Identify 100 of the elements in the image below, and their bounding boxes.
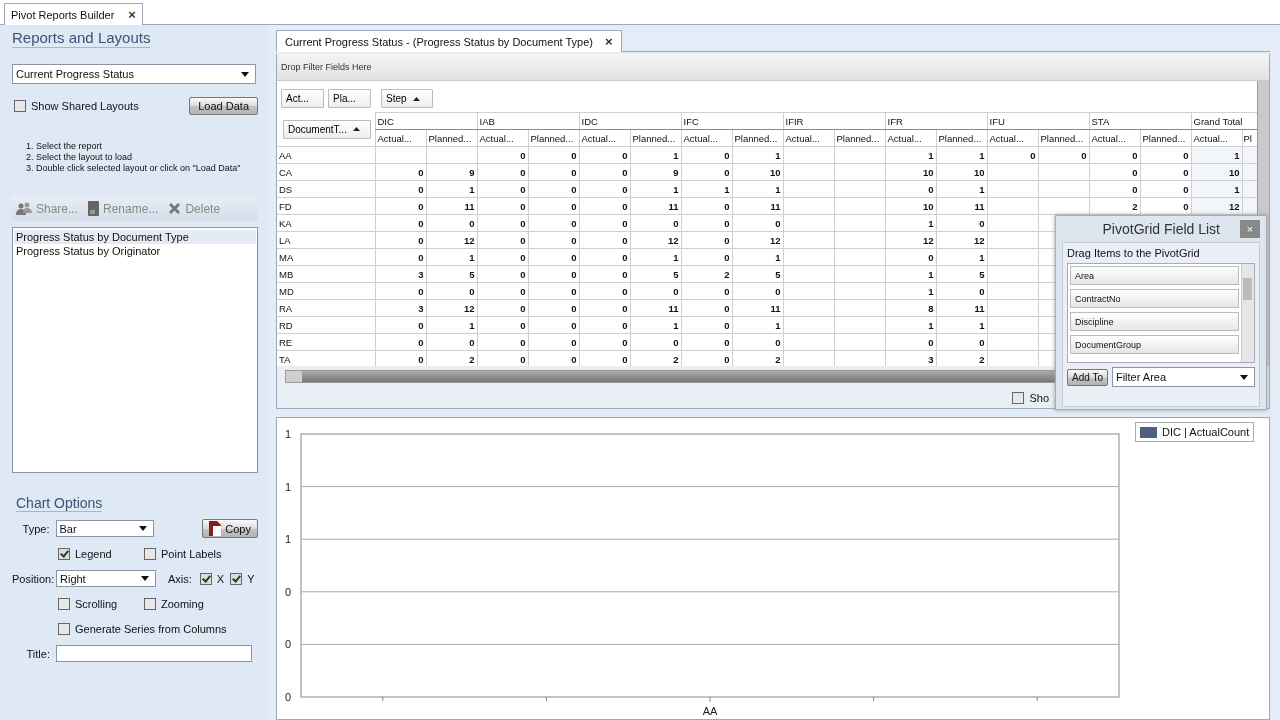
table-cell: 1 (673, 149, 679, 161)
caret-icon (141, 576, 149, 581)
table-cell: 0 (571, 217, 577, 229)
type-label: Type: (21, 522, 50, 535)
layout-item[interactable]: Progress Status by Document Type (14, 230, 256, 244)
app-tab[interactable]: Pivot Reports Builder × (4, 3, 143, 25)
table-cell: 1 (673, 183, 679, 195)
table-cell: 0 (622, 302, 628, 314)
load-data-button[interactable]: Load Data (189, 97, 258, 115)
zooming-checkbox[interactable]: Zooming (144, 597, 204, 610)
table-cell: 1 (775, 251, 781, 263)
column-group-header: IFIR (783, 112, 885, 130)
section-title: Reports and Layouts (12, 29, 151, 48)
table-cell: 0 (520, 268, 526, 280)
table-cell: 1 (979, 149, 985, 161)
column-header: Planned... (630, 129, 681, 147)
scrolling-checkbox[interactable]: Scrolling (58, 597, 138, 610)
table-cell: 10 (973, 166, 985, 178)
layout-item[interactable]: Progress Status by Originator (14, 244, 256, 258)
table-cell: 0 (418, 336, 424, 348)
document-icon (88, 201, 100, 216)
table-cell: 0 (418, 183, 424, 195)
filter-drop-area[interactable]: Drop Filter Fields Here (277, 54, 1269, 81)
table-cell: 0 (571, 319, 577, 331)
row-field-button[interactable]: DocumentT... (283, 119, 371, 139)
table-cell: 0 (520, 302, 526, 314)
column-header: Actual... (1191, 129, 1242, 147)
table-cell: 3 (418, 302, 424, 314)
field-item[interactable]: ContractNo (1070, 289, 1239, 308)
close-button[interactable]: × (128, 7, 136, 22)
table-cell: 3 (928, 353, 934, 365)
table-cell: 0 (724, 336, 730, 348)
field-item[interactable]: Discipline (1070, 312, 1239, 331)
table-cell: 12 (667, 234, 679, 246)
vertical-scrollbar[interactable] (1241, 264, 1254, 362)
close-button[interactable]: × (604, 34, 613, 49)
field-button[interactable]: Step (381, 89, 433, 108)
table-cell: 0 (979, 217, 985, 229)
row-header: AA (277, 146, 375, 164)
field-item[interactable]: Area (1070, 266, 1239, 285)
table-cell: 0 (520, 234, 526, 246)
copy-button[interactable]: Copy (202, 519, 258, 538)
title-input[interactable] (56, 645, 252, 662)
position-dropdown[interactable]: Right (56, 570, 156, 587)
field-item[interactable]: DocumentGroup (1070, 335, 1239, 354)
generate-series-checkbox[interactable]: Generate Series from Columns (58, 622, 227, 635)
table-cell: 0 (622, 336, 628, 348)
column-group-header: IDC (579, 112, 681, 130)
column-group-header: IFR (885, 112, 987, 130)
table-cell: 0 (622, 183, 628, 195)
table-cell: 1 (979, 183, 985, 195)
table-cell: 0 (469, 217, 475, 229)
table-cell: 1 (928, 268, 934, 280)
table-cell: 0 (1183, 166, 1189, 178)
table-cell: 5 (775, 268, 781, 280)
column-group-header: STA (1089, 112, 1191, 130)
legend-checkbox[interactable]: Legend (58, 547, 138, 560)
column-header: Planned... (732, 129, 783, 147)
table-cell: 5 (673, 268, 679, 280)
add-to-button[interactable]: Add To (1067, 368, 1108, 386)
column-header: Actual... (1089, 129, 1140, 147)
table-cell: 0 (622, 149, 628, 161)
column-header: Planned... (834, 129, 885, 147)
table-cell: 0 (520, 285, 526, 297)
table-cell: 0 (520, 251, 526, 263)
row-header: MA (277, 248, 375, 266)
close-button[interactable]: × (1240, 220, 1260, 238)
table-cell: 5 (979, 268, 985, 280)
field-button[interactable]: Act... (281, 89, 324, 108)
type-dropdown[interactable]: Bar (55, 520, 155, 537)
table-cell: 0 (571, 302, 577, 314)
table-cell: 9 (673, 166, 679, 178)
document-tab[interactable]: Current Progress Status - (Progress Status by Document Type) × (276, 30, 622, 52)
y-tick-label: 0 (284, 585, 291, 598)
table-cell: 12 (769, 234, 781, 246)
point-labels-checkbox[interactable]: Point Labels (144, 547, 222, 560)
table-cell: 1 (469, 251, 475, 263)
column-header: Planned... (936, 129, 987, 147)
target-area-dropdown[interactable]: Filter Area (1111, 367, 1255, 387)
instruction-text: 1. Select the report (26, 141, 104, 152)
table-cell: 11 (974, 200, 985, 212)
table-cell: 0 (724, 302, 730, 314)
field-button[interactable]: Pla... (328, 89, 371, 108)
table-cell: 12 (973, 234, 985, 246)
table-cell: 12 (463, 234, 475, 246)
table-cell: 11 (668, 200, 679, 212)
table-cell: 0 (673, 217, 679, 229)
table-cell: 1 (928, 217, 934, 229)
table-cell: 0 (418, 200, 424, 212)
table-cell: 0 (469, 285, 475, 297)
show-shared-checkbox[interactable]: Show Shared Layouts (14, 100, 139, 112)
table-cell: 11 (668, 302, 679, 314)
table-cell: 0 (622, 353, 628, 365)
table-cell: 1 (979, 319, 985, 331)
report-dropdown[interactable]: Current Progress Status (12, 64, 256, 84)
row-header: RE (277, 333, 375, 351)
column-header: Actual... (885, 129, 936, 147)
show-checkbox[interactable]: Sho (1012, 392, 1049, 404)
column-group-header: IFC (681, 112, 783, 130)
y-tick-label: 0 (284, 638, 291, 651)
